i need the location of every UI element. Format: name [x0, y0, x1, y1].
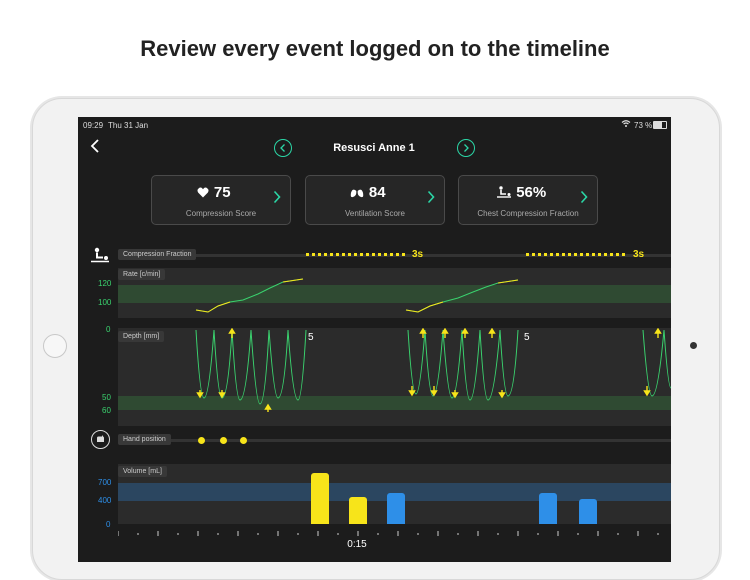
ventilation-score-card[interactable]: 84 Ventilation Score — [305, 175, 445, 225]
cpr-row-icon — [90, 247, 110, 268]
lungs-icon — [351, 187, 364, 198]
page-title: Resusci Anne 1 — [333, 142, 415, 154]
ventilation-bar — [539, 493, 557, 524]
battery-percent: 73 % — [634, 121, 653, 130]
depth-cycle-count-2: 5 — [524, 332, 530, 343]
ventilation-bar — [311, 473, 329, 524]
chevron-right-icon — [464, 144, 469, 152]
depth-chart: 5 5 — [118, 328, 671, 426]
previous-manikin-button[interactable] — [274, 139, 292, 157]
hand-position-marker — [198, 437, 205, 444]
depth-cycle-count-1: 5 — [308, 332, 314, 343]
volume-tick: 400 — [98, 496, 112, 505]
volume-tick: 700 — [98, 478, 112, 487]
chevron-right-icon — [273, 190, 281, 207]
hand-position-marker — [220, 437, 227, 444]
depth-tick: 0 — [106, 325, 111, 334]
compression-fraction-value: 56% — [516, 184, 547, 201]
depth-label: Depth [mm] — [118, 331, 165, 342]
chevron-left-icon — [280, 144, 285, 152]
hand-position-icon — [91, 430, 110, 449]
chevron-right-icon — [580, 190, 588, 207]
next-manikin-button[interactable] — [457, 139, 475, 157]
rate-chart — [118, 268, 671, 318]
home-button — [43, 334, 67, 358]
volume-tick: 0 — [106, 520, 111, 529]
hand-position-label: Hand position — [118, 434, 171, 445]
rate-tick: 100 — [98, 298, 112, 307]
timeline-ruler[interactable] — [118, 529, 671, 539]
pause-marker — [306, 253, 405, 256]
chevron-right-icon — [427, 190, 435, 207]
camera-dot — [690, 342, 697, 349]
ventilation-score-label: Ventilation Score — [344, 209, 406, 218]
headline: Review every event logged on to the time… — [140, 36, 610, 61]
pause-marker — [526, 253, 625, 256]
volume-chart — [118, 464, 671, 524]
ventilation-bar — [387, 493, 405, 524]
rate-trend — [195, 278, 519, 313]
compression-fraction-label: Chest Compression Fraction — [477, 209, 579, 218]
heart-icon — [197, 187, 209, 198]
ventilation-score-value: 84 — [368, 184, 386, 201]
compression-score-label: Compression Score — [185, 209, 257, 218]
ventilation-bar — [349, 497, 367, 524]
status-time: 09:29 — [83, 121, 104, 130]
compression-fraction-card[interactable]: 56% Chest Compression Fraction — [458, 175, 598, 225]
depth-tick: 60 — [102, 406, 111, 415]
chevron-left-icon — [90, 139, 99, 153]
ventilation-bar — [579, 499, 597, 524]
compression-score-card[interactable]: 75 Compression Score — [151, 175, 291, 225]
battery-icon — [653, 121, 667, 129]
rate-tick: 120 — [98, 279, 112, 288]
pause-duration-2: 3s — [633, 249, 645, 260]
depth-tick: 50 — [102, 393, 111, 402]
volume-label: Volume [mL] — [118, 466, 167, 477]
cpr-icon — [496, 186, 511, 198]
back-button[interactable] — [90, 139, 104, 155]
wifi-icon — [621, 119, 631, 130]
rate-label: Rate [c/min] — [118, 269, 166, 280]
pause-duration-1: 3s — [412, 249, 424, 260]
app-screen: 09:29 Thu 31 Jan 73 % Resusci Anne 1 75 … — [78, 117, 671, 562]
status-date: Thu 31 Jan — [108, 121, 149, 130]
compression-fraction-label: Compression Fraction — [118, 249, 197, 260]
depth-waveform — [195, 328, 671, 412]
timeline-time-label: 0:15 — [347, 539, 367, 550]
hand-position-marker — [240, 437, 247, 444]
compression-score-value: 75 — [213, 184, 231, 201]
